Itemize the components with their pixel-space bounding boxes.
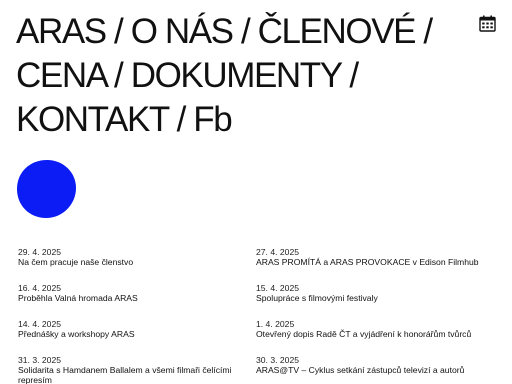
news-date: 27. 4. 2025 [256,247,300,257]
main-navigation: ARAS / O NÁS / ČLENOVÉ / CENA / DOKUMENT… [16,10,461,142]
nav-separator: / [114,12,124,51]
news-date: 31. 3. 2025 [18,355,62,365]
nav-separator: / [423,12,433,51]
news-date: 1. 4. 2025 [256,319,295,329]
news-title-link[interactable]: Přednášky a workshopy ARAS [18,329,256,339]
calendar-icon[interactable] [479,15,496,32]
news-date: 15. 4. 2025 [256,283,300,293]
news-date: 16. 4. 2025 [18,283,62,293]
page: ARAS / O NÁS / ČLENOVÉ / CENA / DOKUMENT… [0,0,512,384]
nav-separator: / [240,12,251,51]
blue-circle-logo [17,160,76,218]
news-title-link[interactable]: Spolupráce s filmovými festivaly [256,293,498,303]
nav-link-cena[interactable]: CENA [16,56,107,95]
nav-link-facebook[interactable]: Fb [193,100,232,139]
news-title-link[interactable]: Na čem pracuje naše členstvo [18,257,256,267]
news-item: 29. 4. 2025 Na čem pracuje naše členstvo [18,247,256,283]
nav-separator: / [114,56,124,95]
news-title-link[interactable]: Proběhla Valná hromada ARAS [18,293,256,303]
nav-link-o-nas[interactable]: O NÁS [131,12,234,51]
news-date: 30. 3. 2025 [256,355,300,365]
news-title-link[interactable]: Solidarita s Hamdanem Ballalem a všemi f… [18,365,256,384]
news-title-link[interactable]: ARAS PROMÍTÁ a ARAS PROVOKACE v Edison F… [256,257,498,267]
news-item: 14. 4. 2025 Přednášky a workshopy ARAS [18,319,256,355]
nav-link-clenove[interactable]: ČLENOVÉ [258,12,417,51]
news-item: 27. 4. 2025 ARAS PROMÍTÁ a ARAS PROVOKAC… [256,247,498,283]
news-item: 1. 4. 2025 Otevřený dopis Radě ČT a vyjá… [256,319,498,355]
news-date: 14. 4. 2025 [18,319,62,329]
nav-separator: / [176,100,187,139]
news-list: 29. 4. 2025 Na čem pracuje naše členstvo… [18,247,498,384]
nav-link-aras[interactable]: ARAS [16,12,107,51]
news-title-link[interactable]: Otevřený dopis Radě ČT a vyjádření k hon… [256,329,498,339]
nav-link-dokumenty[interactable]: DOKUMENTY [131,56,343,95]
nav-link-kontakt[interactable]: KONTAKT [16,100,170,139]
news-item: 30. 3. 2025 ARAS@TV – Cyklus setkání zás… [256,355,498,384]
nav-separator: / [349,56,359,95]
news-item: 31. 3. 2025 Solidarita s Hamdanem Ballal… [18,355,256,384]
news-date: 29. 4. 2025 [18,247,62,257]
news-title-link[interactable]: ARAS@TV – Cyklus setkání zástupců televi… [256,365,498,375]
news-item: 15. 4. 2025 Spolupráce s filmovými festi… [256,283,498,319]
news-item: 16. 4. 2025 Proběhla Valná hromada ARAS [18,283,256,319]
